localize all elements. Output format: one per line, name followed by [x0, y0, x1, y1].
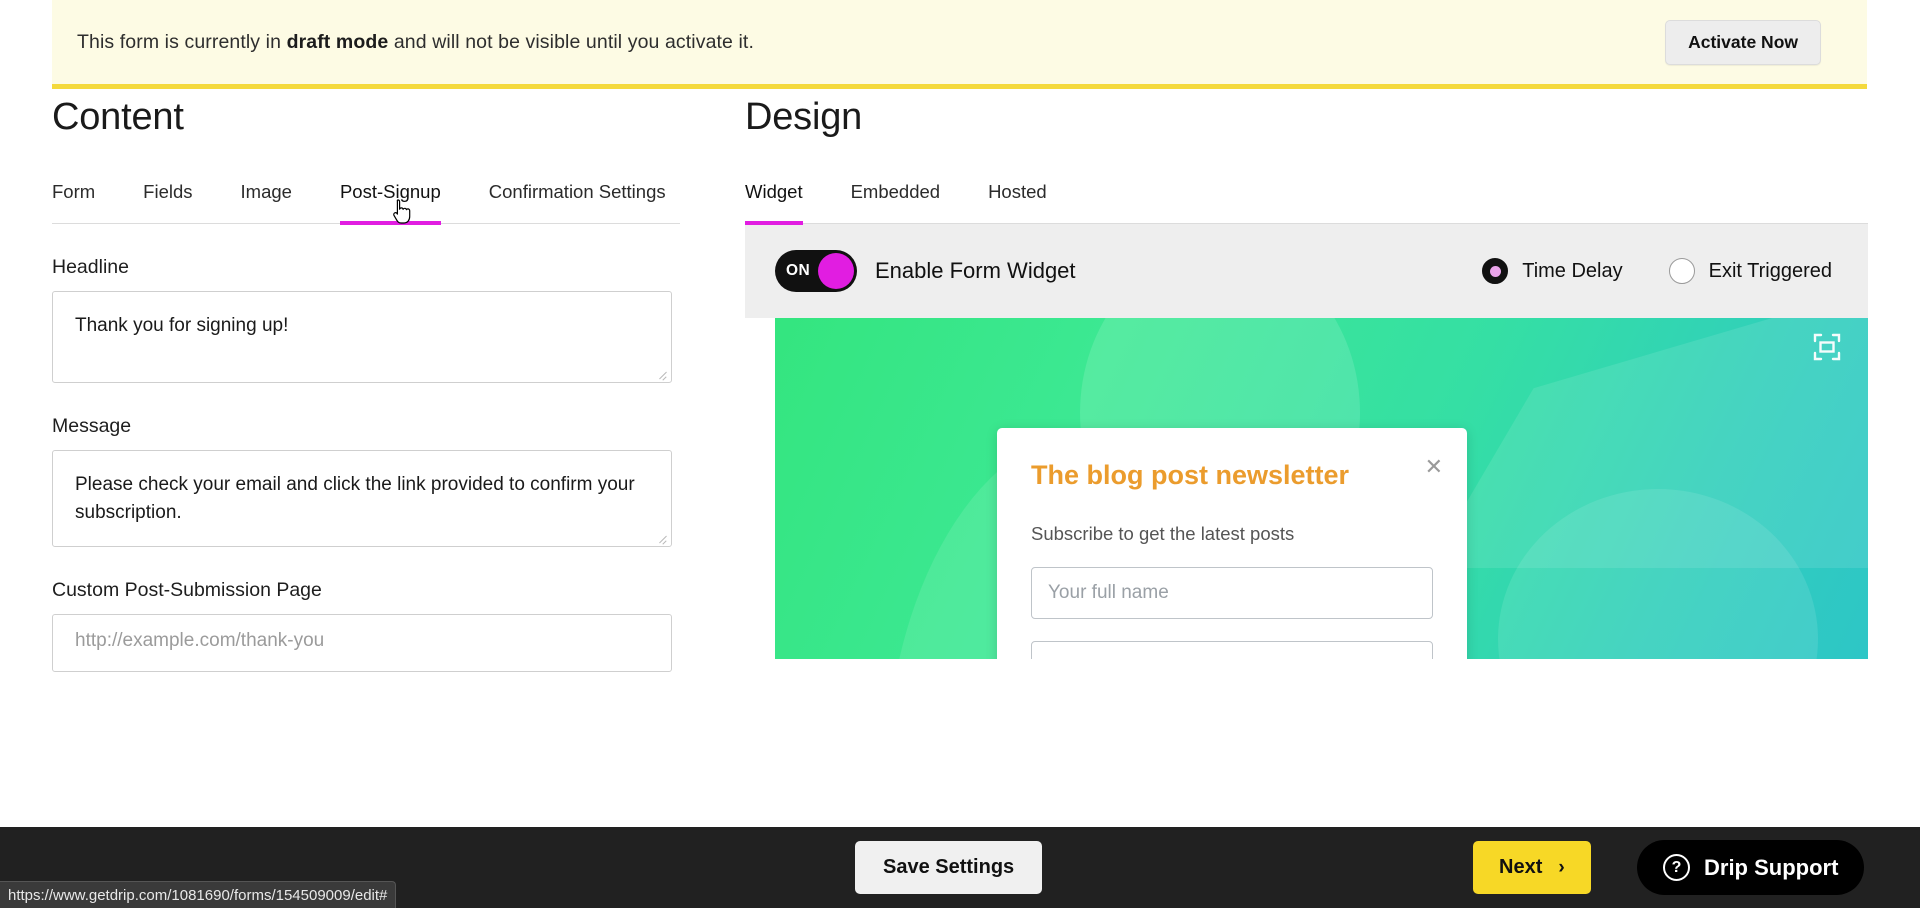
- custom-post-submission-input[interactable]: [52, 614, 672, 672]
- preview-widget-title: The blog post newsletter: [1031, 460, 1350, 490]
- design-column: Design Widget Embedded Hosted ON Enable …: [745, 96, 1868, 659]
- tab-widget[interactable]: Widget: [745, 175, 803, 225]
- tab-post-signup[interactable]: Post-Signup: [339, 175, 441, 225]
- content-column: Content Form Fields Image Post-Signup Co…: [52, 96, 692, 672]
- radio-time-delay[interactable]: Time Delay: [1482, 258, 1623, 284]
- message-label: Message: [52, 415, 132, 437]
- widget-toolbar: ON Enable Form Widget Time Delay Exit Tr…: [745, 224, 1868, 318]
- save-settings-button[interactable]: Save Settings: [855, 841, 1043, 894]
- content-section-title: Content: [52, 96, 184, 138]
- radio-time-delay-label: Time Delay: [1522, 259, 1623, 282]
- tab-confirmation-settings[interactable]: Confirmation Settings: [489, 175, 666, 223]
- close-icon[interactable]: ✕: [1425, 456, 1443, 478]
- enable-form-widget-label: Enable Form Widget: [875, 258, 1076, 283]
- design-section-title: Design: [745, 96, 863, 138]
- draft-mode-banner: This form is currently in draft mode and…: [52, 0, 1867, 89]
- radio-icon: [1668, 258, 1695, 284]
- tab-image[interactable]: Image: [241, 175, 292, 223]
- tab-hosted[interactable]: Hosted: [988, 175, 1047, 223]
- design-tabbar: Widget Embedded Hosted: [745, 175, 1868, 225]
- toggle-knob: [818, 253, 854, 289]
- preview-widget-subtitle: Subscribe to get the latest posts: [1031, 523, 1295, 545]
- draft-text-before: This form is currently in: [77, 30, 287, 53]
- drip-support-button[interactable]: ? Drip Support: [1637, 840, 1865, 895]
- tab-form[interactable]: Form: [52, 175, 95, 223]
- widget-design-panel: ON Enable Form Widget Time Delay Exit Tr…: [745, 224, 1868, 659]
- next-button-label: Next: [1499, 856, 1543, 878]
- headline-input[interactable]: [52, 291, 672, 383]
- activate-now-button[interactable]: Activate Now: [1665, 19, 1821, 65]
- radio-icon: [1482, 258, 1509, 284]
- browser-status-bar: https://www.getdrip.com/1081690/forms/15…: [0, 881, 397, 908]
- toggle-state-label: ON: [786, 262, 811, 279]
- custom-post-submission-field: Custom Post-Submission Page: [52, 579, 692, 672]
- form-editor-page: This form is currently in draft mode and…: [0, 0, 1920, 908]
- question-mark-icon: ?: [1663, 854, 1690, 881]
- next-button[interactable]: Next ›: [1473, 841, 1591, 894]
- preview-email-input[interactable]: [1031, 641, 1433, 659]
- chevron-right-icon: ›: [1558, 856, 1565, 878]
- enable-form-widget-toggle[interactable]: ON: [775, 250, 857, 292]
- tab-embedded[interactable]: Embedded: [851, 175, 940, 223]
- message-field: Message: [52, 415, 692, 547]
- content-tabbar: Form Fields Image Post-Signup Confirmati…: [52, 175, 680, 225]
- headline-label: Headline: [52, 256, 129, 278]
- preview-full-name-input[interactable]: [1031, 567, 1433, 620]
- radio-exit-triggered-label: Exit Triggered: [1708, 259, 1832, 282]
- message-input[interactable]: [52, 450, 672, 547]
- headline-field: Headline: [52, 256, 692, 383]
- trigger-radio-group: Time Delay Exit Triggered: [1436, 258, 1832, 284]
- drip-support-label: Drip Support: [1704, 854, 1839, 880]
- draft-banner-text: This form is currently in draft mode and…: [77, 31, 754, 54]
- draft-text-bold: draft mode: [286, 30, 389, 53]
- radio-exit-triggered[interactable]: Exit Triggered: [1668, 258, 1832, 284]
- widget-preview-canvas: The blog post newsletter ✕ Subscribe to …: [775, 318, 1868, 659]
- custom-post-submission-label: Custom Post-Submission Page: [52, 579, 322, 601]
- tab-fields[interactable]: Fields: [143, 175, 192, 223]
- draft-text-after: and will not be visible until you activa…: [388, 30, 754, 53]
- preview-widget-card: The blog post newsletter ✕ Subscribe to …: [997, 428, 1467, 659]
- expand-icon[interactable]: [1812, 332, 1842, 362]
